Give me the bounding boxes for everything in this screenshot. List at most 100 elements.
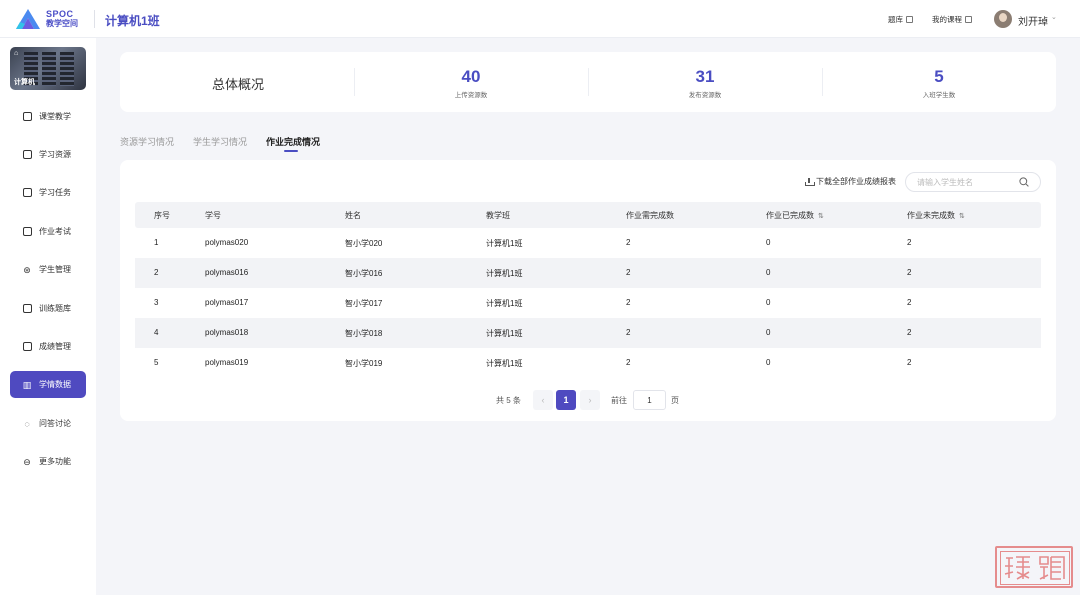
cell-student-id: polymas016 — [205, 268, 249, 277]
task-icon — [22, 188, 32, 198]
logo[interactable]: SPOC 教学空间 — [15, 8, 78, 30]
cell-class: 计算机1班 — [486, 329, 523, 338]
goto-label: 前往 — [611, 396, 627, 405]
cell-student-id: polymas017 — [205, 298, 249, 307]
question-bank-link[interactable]: 题库 — [888, 14, 913, 25]
sidebar-item-learning-resources[interactable]: 学习资源 — [10, 141, 86, 168]
sidebar-item-classroom-teaching[interactable]: 课堂教学 — [10, 103, 86, 130]
sidebar-item-learning-tasks[interactable]: 学习任务 — [10, 179, 86, 206]
sidebar-item-label: 问答讨论 — [39, 419, 71, 428]
cell-class: 计算机1班 — [486, 359, 523, 368]
column-header-uncompleted[interactable]: 作业未完成数 ⇅ — [907, 210, 965, 221]
avatar[interactable] — [994, 10, 1012, 28]
external-link-icon — [906, 16, 913, 23]
stat-label: 入班学生数 — [922, 92, 956, 99]
sidebar-item-grade-management[interactable]: 成绩管理 — [10, 333, 86, 360]
download-report-button[interactable]: 下载全部作业成绩报表 — [805, 176, 896, 187]
chevron-right-icon: › — [588, 395, 592, 405]
column-header-index: 序号 — [154, 211, 170, 220]
cell-student-id: polymas020 — [205, 238, 249, 247]
cell-name: 智小学019 — [345, 359, 383, 368]
next-page-button[interactable]: › — [580, 390, 600, 410]
sort-icon[interactable]: ⇅ — [818, 213, 824, 220]
sidebar-item-student-management[interactable]: ⊛ 学生管理 — [10, 256, 86, 283]
download-icon — [805, 177, 815, 186]
cell-required: 2 — [626, 328, 631, 337]
table-row — [135, 228, 1041, 258]
students-icon: ⊛ — [23, 264, 31, 275]
stat-label: 发布资源数 — [688, 92, 722, 99]
divider — [354, 68, 355, 96]
sidebar-item-label: 成绩管理 — [39, 342, 71, 351]
sidebar-item-question-bank[interactable]: 训练题库 — [10, 295, 86, 322]
monitor-icon — [965, 16, 972, 23]
cell-index: 5 — [154, 358, 159, 367]
sidebar-item-more-functions[interactable]: ⊖ 更多功能 — [10, 448, 86, 475]
tab-student-learning[interactable]: 学生学习情况 — [193, 135, 247, 148]
sidebar-item-label: 更多功能 — [39, 457, 71, 466]
column-header-label: 作业已完成数 — [766, 211, 814, 220]
my-courses-link[interactable]: 我的课程 — [932, 14, 972, 25]
divider — [588, 68, 589, 96]
watermark-stamp — [995, 546, 1073, 588]
search-icon[interactable] — [1019, 177, 1029, 187]
cell-name: 智小学016 — [345, 269, 383, 278]
sidebar-item-learning-analytics[interactable]: ▥ 学情数据 — [10, 371, 86, 398]
sort-icon[interactable]: ⇅ — [959, 213, 965, 220]
column-header-required: 作业需完成数 — [626, 211, 674, 220]
cell-class: 计算机1班 — [486, 269, 523, 278]
column-header-class: 教学班 — [486, 211, 510, 220]
cell-uncompleted: 2 — [907, 268, 912, 277]
top-bar: SPOC 教学空间 计算机1班 题库 我的课程 刘开琸 ⌄ — [0, 0, 1080, 38]
sidebar-item-homework-exams[interactable]: 作业考试 — [10, 218, 86, 245]
analytics-icon: ▥ — [22, 379, 32, 390]
stamp-glyph-icon — [1004, 556, 1030, 580]
stat-enrolled-students: 5 入班学生数 — [879, 67, 999, 99]
cell-class: 计算机1班 — [486, 299, 523, 308]
cell-required: 2 — [626, 238, 631, 247]
column-header-label: 作业未完成数 — [907, 211, 955, 220]
column-header-completed[interactable]: 作业已完成数 ⇅ — [766, 210, 824, 221]
grade-icon — [22, 342, 32, 352]
cell-required: 2 — [626, 298, 631, 307]
sidebar-item-label: 学生管理 — [39, 265, 71, 274]
cell-uncompleted: 2 — [907, 238, 912, 247]
course-thumbnail-label: 计算机 — [14, 79, 35, 86]
cell-index: 2 — [154, 268, 159, 277]
cell-uncompleted: 2 — [907, 328, 912, 337]
course-thumbnail[interactable]: ⌂ 计算机 — [10, 47, 86, 90]
question-bank-link-label: 题库 — [888, 15, 903, 24]
sidebar-item-label: 作业考试 — [39, 227, 71, 236]
chevron-down-icon[interactable]: ⌄ — [1051, 13, 1057, 21]
cell-name: 智小学020 — [345, 239, 383, 248]
question-bank-icon — [22, 304, 32, 314]
chevron-left-icon: ‹ — [541, 395, 545, 405]
tab-homework-completion[interactable]: 作业完成情况 — [266, 135, 320, 148]
sidebar-item-qa-discussion[interactable]: ◌ 问答讨论 — [10, 410, 86, 437]
cell-completed: 0 — [766, 328, 771, 337]
home-icon: ⌂ — [14, 50, 19, 57]
document-icon — [22, 227, 32, 237]
divider — [822, 68, 823, 96]
page-number-button[interactable]: 1 — [556, 390, 576, 410]
table-row — [135, 258, 1041, 288]
tab-resource-learning[interactable]: 资源学习情况 — [120, 135, 174, 148]
sidebar-item-label: 训练题库 — [39, 304, 71, 313]
logo-cn-text: 教学空间 — [46, 19, 78, 28]
play-square-icon — [22, 112, 32, 122]
goto-page-input[interactable] — [633, 390, 666, 410]
cell-name: 智小学018 — [345, 329, 383, 338]
user-name[interactable]: 刘开琸 — [1018, 13, 1048, 28]
stat-published-resources: 31 发布资源数 — [645, 67, 765, 99]
prev-page-button[interactable]: ‹ — [533, 390, 553, 410]
sidebar-item-label: 学习任务 — [39, 188, 71, 197]
stat-label: 上传资源数 — [454, 92, 488, 99]
sidebar-item-label: 学习资源 — [39, 150, 71, 159]
cell-completed: 0 — [766, 298, 771, 307]
cell-uncompleted: 2 — [907, 298, 912, 307]
table-row — [135, 348, 1041, 378]
cell-required: 2 — [626, 358, 631, 367]
stat-value: 40 — [461, 67, 481, 86]
cell-completed: 0 — [766, 238, 771, 247]
sidebar-item-label: 学情数据 — [39, 380, 71, 389]
